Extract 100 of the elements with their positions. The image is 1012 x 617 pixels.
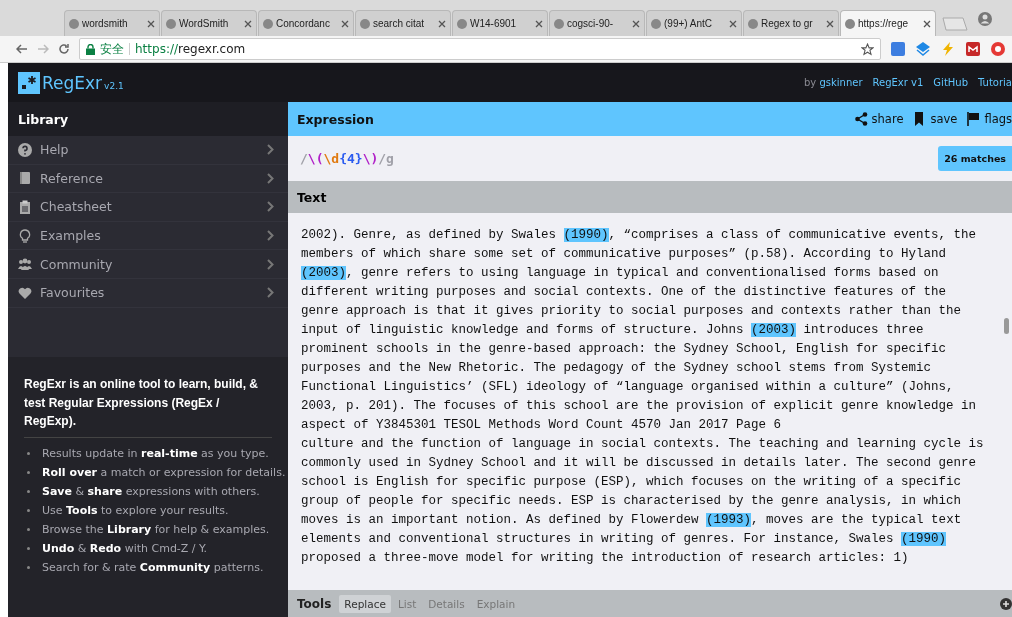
nav-link[interactable]: GitHub xyxy=(933,77,968,88)
close-icon[interactable] xyxy=(147,19,155,28)
library-item[interactable]: Reference xyxy=(8,164,288,194)
browser-tab[interactable]: (99+) AntC xyxy=(646,10,742,36)
extension-icon[interactable] xyxy=(890,41,906,57)
chevron-icon xyxy=(267,287,274,299)
browser-tab[interactable]: WordSmith xyxy=(161,10,257,36)
author-link[interactable]: gskinner xyxy=(819,77,863,88)
bullet-icon xyxy=(27,470,30,474)
close-icon[interactable] xyxy=(923,19,931,28)
chevron-icon xyxy=(267,144,274,156)
site-icon xyxy=(263,18,273,29)
book-icon xyxy=(18,171,32,186)
site-icon xyxy=(748,18,758,29)
site-icon xyxy=(457,18,467,29)
text-line: Functional Linguistics’ (SFL) ideology of “language organised within a culture” (Johns, xyxy=(301,379,954,396)
browser-tab[interactable]: https://rege xyxy=(840,10,936,36)
text-line: school is English for specific purpose (ESP), which focuses on the writing of a specific xyxy=(301,474,962,491)
bulb-icon xyxy=(18,228,32,243)
library-item[interactable]: Help xyxy=(8,136,288,165)
logo-text: RegExr xyxy=(42,72,103,93)
close-icon[interactable] xyxy=(341,19,349,28)
library-item[interactable]: Cheatsheet xyxy=(8,193,288,222)
add-icon[interactable] xyxy=(1000,597,1012,610)
tools-tab[interactable]: Replace xyxy=(339,594,391,613)
browser-tab[interactable]: search citat xyxy=(355,10,451,36)
tip-text: Use Tools to explore your results. xyxy=(42,502,229,519)
profile-icon[interactable] xyxy=(978,12,992,26)
address-field[interactable]: 安全 https://regexr.com xyxy=(79,38,881,60)
text-line: genre approach is that it gives priority to social purposes and contexts rather than the xyxy=(301,303,962,320)
library-item[interactable]: Community xyxy=(8,250,288,279)
bullet-icon xyxy=(27,508,30,512)
browser-tab[interactable]: cogsci-90- xyxy=(549,10,645,36)
text-line: proposed a three-move model for writing the introduction of research articles: 1) xyxy=(301,550,909,567)
site-icon xyxy=(845,18,855,29)
clipboard-icon xyxy=(18,200,32,214)
browser-tab[interactable]: W14-6901 xyxy=(452,10,548,36)
extension-icon[interactable] xyxy=(990,41,1006,57)
library-header: Library xyxy=(8,102,288,136)
text-line: aspect of Y3845301 TESOL Methods Word Count 4570 Jan 2017 Page 6 xyxy=(301,417,782,434)
bullet-icon xyxy=(27,546,30,550)
library-item[interactable]: Examples xyxy=(8,221,288,251)
url-text: https://regexr.com xyxy=(135,42,247,56)
site-icon xyxy=(554,18,564,29)
heart-icon xyxy=(18,285,32,300)
toolbar-action[interactable]: save xyxy=(913,112,958,126)
close-icon[interactable] xyxy=(244,19,252,28)
help-icon xyxy=(18,142,32,157)
close-icon[interactable] xyxy=(535,19,543,28)
library-item[interactable]: Favourites xyxy=(8,278,288,308)
site-icon xyxy=(166,18,176,29)
browser-tab[interactable]: Concordanc xyxy=(258,10,354,36)
browser-tab[interactable]: Regex to gr xyxy=(743,10,839,36)
star-icon[interactable] xyxy=(861,42,874,56)
bullet-icon xyxy=(27,527,30,531)
back-icon[interactable] xyxy=(16,43,28,55)
expression-field[interactable]: /\(\d{4}\)/g xyxy=(300,151,394,166)
extension-icon[interactable] xyxy=(965,41,981,57)
bullet-icon xyxy=(27,565,30,569)
match-count-badge: 26 matches xyxy=(938,146,1012,171)
tools-header: Tools xyxy=(297,596,332,611)
extension-icon[interactable] xyxy=(915,41,931,57)
text-line: group of people for specific needs. ESP is characterised by the genre analysis, in which xyxy=(301,493,962,510)
text-line: (2003), genre refers to using language in typical and conventionalised forms based on xyxy=(301,265,939,282)
close-icon[interactable] xyxy=(438,19,446,28)
tip-text: Results update in real-time as you type. xyxy=(42,445,269,462)
toolbar-action[interactable]: share xyxy=(854,112,904,126)
nav-link[interactable]: RegExr v1 xyxy=(872,77,924,88)
tip-text: Search for & rate Community patterns. xyxy=(42,559,264,576)
bullet-icon xyxy=(27,451,30,455)
version-label: v2.1 xyxy=(104,80,124,91)
tip-text: Undo & Redo with Cmd-Z / Y. xyxy=(42,540,208,557)
chevron-icon xyxy=(267,172,274,184)
text-line: purposes and the New Rhetoric. The pedagogy of the Sydney school stems from Systemic xyxy=(301,360,932,377)
close-icon[interactable] xyxy=(826,19,834,28)
author-credit: by gskinner xyxy=(804,77,863,88)
flag-icon xyxy=(967,112,981,126)
users-icon xyxy=(18,257,32,272)
reload-icon[interactable] xyxy=(58,43,70,55)
chevron-icon xyxy=(267,258,274,270)
toolbar-action[interactable]: flags xyxy=(967,112,1012,126)
chevron-icon xyxy=(267,201,274,213)
tip-text: Browse the Library for help & examples. xyxy=(42,521,270,538)
close-icon[interactable] xyxy=(729,19,737,28)
text-line: 2003, p. 201). The focuses of this school are the provision of explicit genre knowledge in xyxy=(301,398,977,415)
text-line: members of which share some set of communicative purposes” (p.58). According to Hyland xyxy=(301,246,947,263)
expression-header: Expression xyxy=(297,111,374,127)
close-icon[interactable] xyxy=(632,19,640,28)
text-line: commonly used in Sydney School and it will be discussed in details later. The second genre xyxy=(301,455,977,472)
text-line: different writing purposes and social contexts. One of the distinctive features of the xyxy=(301,284,947,301)
nav-link[interactable]: Tutoria xyxy=(978,77,1012,88)
scrollbar-thumb[interactable] xyxy=(1004,318,1009,334)
logo-icon xyxy=(18,71,40,94)
tip-text: Save & share expressions with others. xyxy=(42,483,260,500)
tip-text: Roll over a match or expression for details. xyxy=(42,464,286,481)
browser-tab[interactable]: wordsmith xyxy=(64,10,160,36)
bullet-icon xyxy=(27,489,30,493)
text-header: Text xyxy=(288,181,1012,213)
site-icon xyxy=(69,18,79,29)
site-icon xyxy=(651,18,661,29)
